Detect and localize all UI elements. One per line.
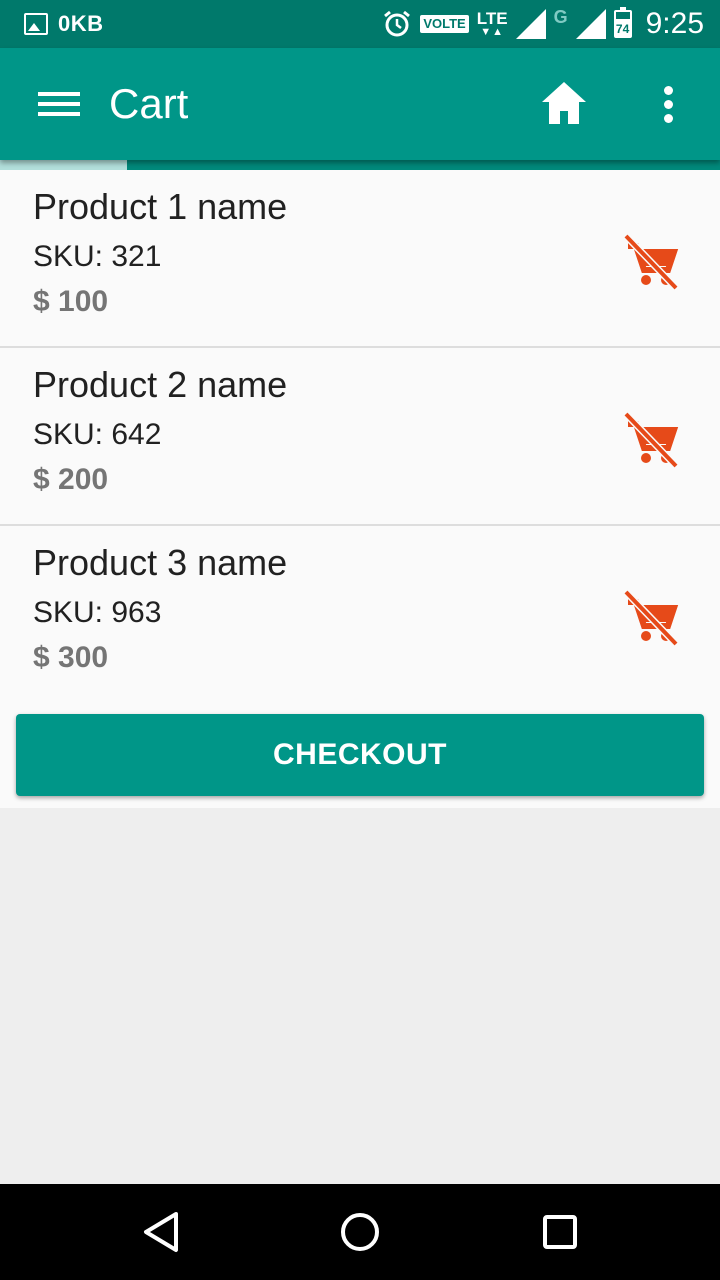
product-price: $ 200 [33,463,109,496]
signal-icon [515,9,546,39]
volte-badge: VOLTE [420,15,469,33]
product-name: Product 2 name [33,364,288,405]
lte-indicator: LTE ▼▲ [476,8,508,38]
alarm-icon [384,10,411,37]
lte-label: LTE [476,8,508,28]
recents-icon[interactable] [532,1204,588,1260]
clock: 9:25 [645,7,704,40]
product-price: $ 300 [33,641,109,674]
product-name: Product 1 name [33,186,288,227]
status-bar-left: 0KB [24,10,104,38]
more-vert-icon[interactable] [644,78,692,132]
remove-shopping-cart-icon[interactable] [618,588,682,648]
system-nav-bar [0,1184,720,1280]
remove-shopping-cart-icon[interactable] [618,410,682,470]
image-notification-icon [24,13,48,35]
signal-icon-2 [575,9,606,39]
product-sku: SKU: 321 [33,240,162,273]
page-title: Cart [109,80,189,127]
cart-item: Product 1 name SKU: 321 $ 100 [0,170,720,348]
secondary-network-label: G [553,6,568,27]
data-arrows-icon: ▼▲ [480,25,505,38]
status-bar-right: VOLTE LTE ▼▲ G 74 9:25 [374,4,704,44]
status-bar: 0KB VOLTE LTE ▼▲ G 74 9:25 [0,0,720,48]
remove-shopping-cart-icon[interactable] [618,232,682,292]
battery-level: 74 [615,22,630,36]
product-sku: SKU: 963 [33,596,162,629]
menu-icon[interactable] [28,84,80,124]
home-icon[interactable] [534,76,594,132]
product-name: Product 3 name [33,542,288,583]
app-bar: Cart [0,48,720,160]
battery-icon: 74 [613,7,632,38]
data-usage: 0KB [58,11,104,36]
cart-item: Product 3 name SKU: 963 $ 300 [0,526,720,704]
product-price: $ 100 [33,285,109,318]
product-sku: SKU: 642 [33,418,162,451]
checkout-button[interactable]: CHECKOUT [16,714,704,796]
cart-item: Product 2 name SKU: 642 $ 200 [0,348,720,526]
loading-indicator [0,160,720,170]
back-icon[interactable] [132,1204,188,1260]
home-circle-icon[interactable] [332,1204,388,1260]
cart-list: Product 1 name SKU: 321 $ 100 Product 2 … [0,170,720,808]
